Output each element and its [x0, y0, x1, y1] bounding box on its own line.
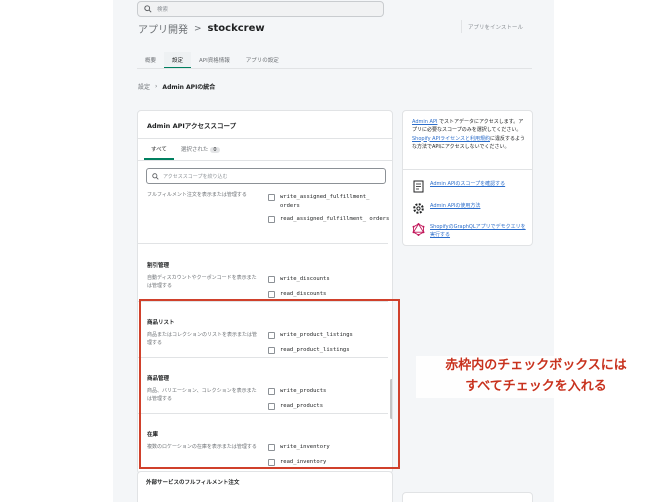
breadcrumb-current: Admin APIの統合	[162, 84, 216, 91]
scope-option[interactable]: write_discounts	[268, 275, 390, 284]
gear-icon	[413, 203, 424, 214]
scope-section-fulfillment: フルフィルメント注文を表示または管理する write_assigned_fulf…	[138, 189, 390, 249]
tabs-divider	[137, 68, 532, 69]
scope-search-placeholder: アクセススコープを絞り込む	[163, 173, 228, 180]
side-card-divider	[403, 169, 532, 170]
scope-section-title: 割引管理	[147, 263, 170, 269]
secondary-side-card	[402, 492, 533, 502]
card-divider	[138, 138, 392, 139]
section-divider	[138, 243, 388, 244]
scope-checkbox[interactable]	[268, 276, 275, 283]
filter-tab-all-label: すべて	[151, 147, 167, 153]
scope-checkbox[interactable]	[268, 194, 275, 201]
breadcrumb: 設定 › Admin APIの統合	[138, 82, 215, 91]
install-app-button[interactable]: アプリをインストール	[461, 20, 529, 33]
instruction-annotation: 赤枠内のチェックボックスには すべてチェックを入れる	[416, 356, 656, 398]
annotation-line-2: すべてチェックを入れる	[416, 376, 656, 398]
selected-count-badge: 0	[210, 147, 220, 153]
scope-option[interactable]: write_assigned_fulfillment_ orders	[268, 193, 390, 212]
admin-api-link[interactable]: Admin API	[412, 119, 437, 125]
fulfillment-services-card	[137, 471, 393, 502]
annotation-line-1: 赤枠内のチェックボックスには	[416, 356, 656, 377]
filter-tabs-divider	[138, 160, 392, 161]
side-link-scopes[interactable]: Admin APIのスコープを確認する	[412, 180, 530, 193]
tab-overview[interactable]: 概要	[137, 52, 164, 69]
search-icon	[152, 172, 159, 180]
highlight-frame	[139, 299, 400, 469]
tab-settings[interactable]: 設定	[164, 52, 192, 69]
breadcrumb-parent[interactable]: 設定	[138, 82, 150, 91]
header-parent-link[interactable]: アプリ開発	[138, 21, 188, 36]
header-separator: >	[194, 23, 202, 34]
tab-api-credentials[interactable]: API資格情報	[191, 52, 238, 69]
scope-label: read_discounts	[280, 291, 327, 297]
top-search-placeholder: 検索	[157, 7, 169, 13]
help-side-card: Admin API でストアデータにアクセスします。アプリに必要なスコープのみを…	[402, 110, 533, 246]
scope-label: read_assigned_fulfillment_ orders	[280, 216, 390, 222]
scope-label: write_discounts	[280, 276, 330, 282]
app-tabs: 概要 設定 API資格情報 アプリの設定	[137, 52, 287, 69]
side-link-usage[interactable]: Admin APIの使用方法	[412, 202, 530, 215]
page-header: アプリ開発 > stockcrew	[138, 21, 265, 36]
tab-app-settings[interactable]: アプリの設定	[238, 52, 287, 69]
side-link-label[interactable]: Admin APIのスコープを確認する	[430, 180, 530, 188]
scope-search-input[interactable]: アクセススコープを絞り込む	[146, 168, 386, 184]
graphql-icon	[412, 223, 425, 236]
scope-option[interactable]: read_discounts	[268, 290, 390, 299]
scope-checkbox[interactable]	[268, 216, 275, 223]
license-link[interactable]: Shopify APIライセンスと利用規約	[412, 136, 490, 142]
scopes-card-title: Admin APIアクセススコープ	[147, 122, 237, 130]
app-name-title: stockcrew	[207, 23, 265, 34]
scope-section-desc: フルフィルメント注文を表示または管理する	[147, 192, 247, 198]
scope-checkbox[interactable]	[268, 291, 275, 298]
next-card-title: 外部サービスのフルフィルメント注文	[146, 480, 240, 486]
side-link-label[interactable]: Admin APIの使用方法	[430, 202, 530, 210]
document-icon	[413, 180, 424, 193]
scope-option[interactable]: read_assigned_fulfillment_ orders	[268, 215, 390, 224]
scope-filter-tabs: すべて 選択された 0	[144, 142, 227, 160]
filter-tab-selected[interactable]: 選択された 0	[174, 142, 227, 160]
side-link-graphql[interactable]: ShopifyのGraphQLアプリでデモクエリを実行する	[412, 223, 530, 239]
breadcrumb-chevron-icon: ›	[155, 83, 158, 90]
search-icon	[144, 5, 152, 13]
side-link-label[interactable]: ShopifyのGraphQLアプリでデモクエリを実行する	[430, 223, 530, 239]
top-search-bar[interactable]: 検索	[137, 1, 384, 17]
filter-tab-all[interactable]: すべて	[144, 142, 174, 160]
help-intro-text: Admin API でストアデータにアクセスします。アプリに必要なスコープのみを…	[412, 118, 527, 151]
filter-tab-selected-label: 選択された	[180, 147, 209, 153]
scope-label: write_assigned_fulfillment_ orders	[280, 194, 370, 210]
scope-section-discounts: 割引管理 自動ディスカウントやクーポンコードを表示または管理する write_d…	[138, 251, 388, 301]
scope-section-desc: 自動ディスカウントやクーポンコードを表示または管理する	[147, 275, 257, 289]
